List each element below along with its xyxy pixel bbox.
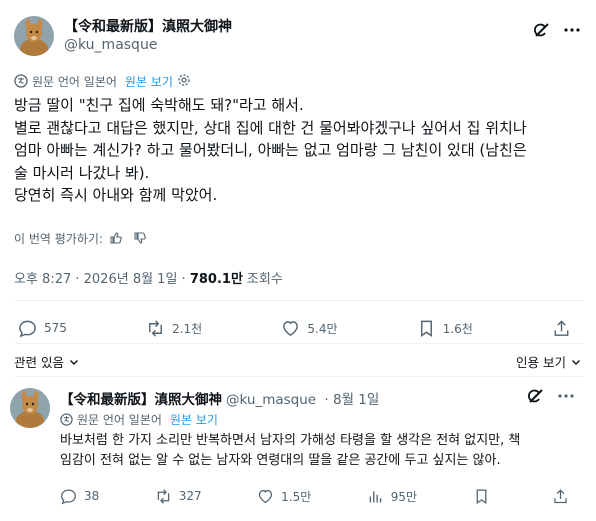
share-icon (554, 488, 567, 503)
sort-label: 관련 있음 (14, 355, 64, 370)
view-label: 조회수 (246, 272, 283, 287)
divider (14, 376, 584, 377)
reply-icon (61, 488, 76, 504)
sort-selector[interactable]: 관련 있음 (14, 352, 80, 371)
bookmark-icon (476, 488, 486, 504)
translate-icon (14, 74, 28, 88)
translate-bar: 원문 언어 일본어 원본 보기 (60, 411, 218, 428)
share-button[interactable] (552, 315, 578, 341)
thumbs-down-icon[interactable] (133, 231, 147, 245)
like-count: 1.5만 (281, 489, 312, 504)
view-count: 780.1만 (189, 272, 243, 287)
like-icon (283, 320, 299, 336)
rate-prompt: 이 번역 평가하기: (14, 231, 103, 246)
share-icon (554, 319, 569, 336)
repost-icon (157, 488, 169, 504)
reply-author-name[interactable]: 【令和最新版】滇照大御神 (60, 392, 222, 408)
reply-tweet[interactable]: 【令和最新版】滇照大御神 @ku_masque · 8월 1일 원문 언어 일본어… (10, 384, 586, 514)
divider (14, 300, 584, 301)
repost-icon (149, 319, 162, 337)
views-button[interactable]: 95만 (367, 485, 417, 507)
tweet-timestamp[interactable]: 오후 8:27 · 2026년 8월 1일 · (14, 272, 186, 287)
reply-author-handle[interactable]: @ku_masque (226, 392, 316, 408)
repost-button[interactable]: 2.1천 (146, 315, 202, 341)
chevron-down-icon (69, 359, 78, 365)
reply-button[interactable]: 38 (60, 485, 99, 507)
views-count: 95만 (390, 489, 418, 504)
tweet-text: 방금 딸이 "친구 집에 숙박해도 돼?"라고 해서. 별로 괜찮다고 대답은 … (14, 94, 586, 207)
reply-date[interactable]: · 8월 1일 (324, 392, 379, 408)
translate-icon (60, 413, 73, 426)
divider (14, 343, 584, 344)
grok-icon[interactable] (532, 20, 552, 40)
reply-icon (19, 320, 36, 337)
view-quotes-link[interactable]: 인용 보기 (516, 352, 582, 371)
bookmark-button[interactable] (473, 485, 497, 507)
tweet-meta: 오후 8:27 · 2026년 8월 1일 · 780.1만 조회수 (14, 268, 283, 287)
more-icon[interactable] (562, 20, 582, 40)
tweet-header: 【令和最新版】滇照大御神 @ku_masque (14, 12, 584, 60)
translate-label: 원문 언어 일본어 (77, 413, 162, 427)
repost-count: 327 (178, 489, 202, 503)
bookmark-button[interactable]: 1.6천 (417, 315, 473, 341)
reply-text-line: 임감이 전혀 없는 알 수 없는 남자와 연령대의 딸을 같은 공간에 두고 싶… (60, 453, 501, 468)
translate-label: 원문 언어 일본어 (32, 74, 117, 89)
reply-actions: 38 327 1.5만 95만 (60, 485, 576, 507)
show-original-link[interactable]: 원본 보기 (125, 73, 173, 90)
reply-header: 【令和最新版】滇照大御神 @ku_masque · 8월 1일 (60, 388, 379, 408)
gear-icon[interactable] (177, 73, 195, 90)
tweet-actions: 575 2.1천 5.4만 1.6천 (18, 315, 578, 341)
avatar[interactable] (10, 388, 50, 428)
like-icon (259, 489, 273, 503)
chevron-down-icon (572, 359, 580, 365)
views-icon (369, 490, 381, 502)
reply-text-line: 바보처럼 한 가지 소리만 반복하면서 남자의 가해성 타령을 할 생각은 전혀… (60, 433, 521, 448)
like-button[interactable]: 1.5만 (257, 485, 311, 507)
like-count: 5.4만 (307, 321, 338, 336)
quotes-label: 인용 보기 (516, 355, 566, 370)
show-original-link[interactable]: 원본 보기 (170, 411, 218, 428)
share-button[interactable] (552, 485, 576, 507)
repost-count: 2.1천 (172, 321, 203, 336)
translate-bar: 원문 언어 일본어 원본 보기 (14, 72, 195, 90)
author-name[interactable]: 【令和最新版】滇照大御神 (64, 16, 232, 36)
tweet-text-line: 술 마시러 나갔나 봐). (14, 163, 150, 182)
tweet-text-line: 방금 딸이 "친구 집에 숙박해도 돼?"라고 해서. (14, 96, 304, 114)
reply-count: 38 (84, 489, 100, 503)
more-icon[interactable] (556, 386, 576, 406)
like-button[interactable]: 5.4만 (281, 315, 338, 341)
tweet-text-line: 당연히 즉시 아내와 함께 막았어. (14, 186, 218, 204)
rate-translation: 이 번역 평가하기: (14, 229, 147, 247)
tweet-text-line: 별로 괜찮다고 대답은 했지만, 상대 집에 대한 건 물어봐야겠구나 싶어서 … (14, 118, 527, 137)
reply-count: 575 (44, 321, 67, 335)
bookmark-icon (420, 320, 432, 337)
bookmark-count: 1.6천 (442, 321, 473, 336)
tweet-text-line: 엄마 아빠는 계신가? 하고 물어봤더니, 아빠는 없고 엄마랑 그 남친이 있… (14, 141, 527, 159)
repost-button[interactable]: 327 (155, 485, 202, 507)
avatar[interactable] (14, 16, 54, 56)
reply-button[interactable]: 575 (18, 315, 67, 341)
grok-icon[interactable] (526, 386, 546, 406)
reply-text: 바보처럼 한 가지 소리만 반복하면서 남자의 가해성 타령을 할 생각은 전혀… (60, 431, 580, 471)
author-handle[interactable]: @ku_masque (64, 37, 157, 53)
thumbs-up-icon[interactable] (109, 231, 123, 245)
